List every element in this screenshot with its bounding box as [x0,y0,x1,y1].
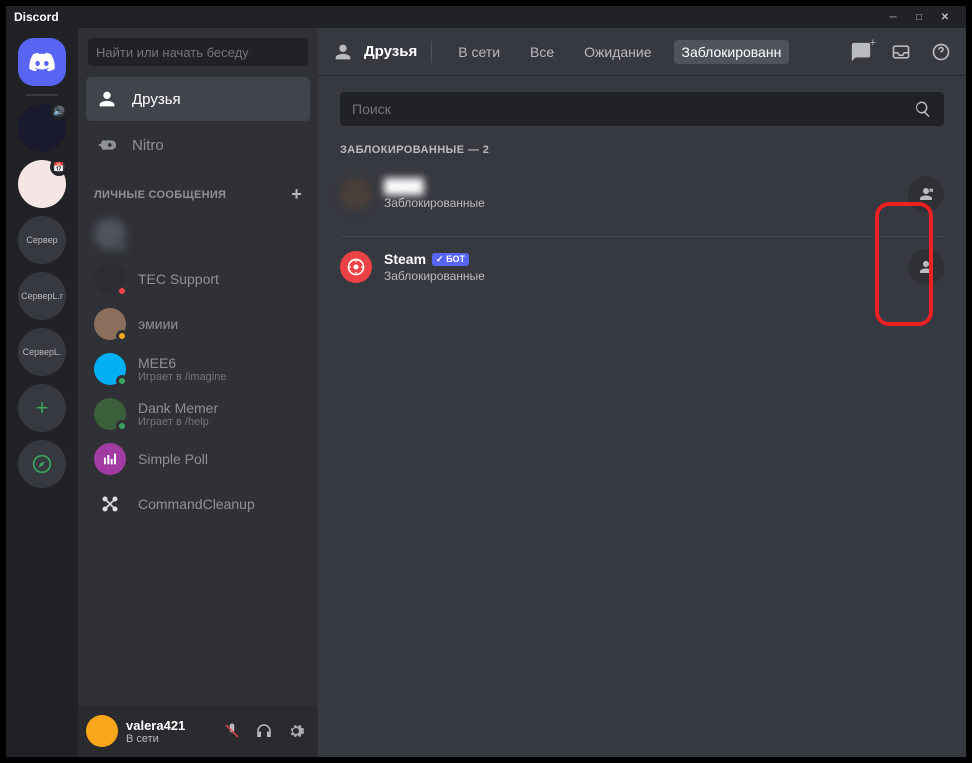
user-status: В сети [126,733,210,745]
main-panel: Друзья В сети Все Ожидание Заблокированн + [318,28,966,757]
sidebar-friends[interactable]: Друзья [86,77,310,121]
dm-item[interactable]: MEE6Играет в /imagine [86,347,310,391]
new-group-dm-button[interactable]: + [850,41,872,63]
add-server-button[interactable]: + [18,384,66,432]
dm-item[interactable]: TEC Support [86,257,310,301]
maximize-button[interactable]: □ [906,6,932,28]
deafen-button[interactable] [250,717,278,745]
dm-avatar [94,353,126,385]
server-badge: 🔊 [50,102,68,120]
create-dm-button[interactable]: + [291,184,302,205]
help-button[interactable] [930,41,952,63]
search-bar[interactable] [340,92,944,126]
server-icon[interactable]: 📅 [18,160,66,208]
close-button[interactable]: ✕ [932,6,958,28]
dm-activity: Играет в /help [138,416,218,428]
tab-3[interactable]: Заблокированн [674,40,790,64]
sidebar-nitro[interactable]: Nitro [86,123,310,167]
dm-item[interactable]: CommandCleanup [86,482,310,526]
dm-name: TEC Support [138,271,219,287]
blocked-name: Steam✓ БОТ [384,251,896,267]
guild-rail: 🔊 📅 Сервер СерверL.r СерверL. + [6,28,78,757]
user-name: valera421 [126,718,210,733]
search-icon [914,100,932,118]
dm-item[interactable]: Dank MemerИграет в /help [86,392,310,436]
dm-avatar [94,263,126,295]
quick-switcher[interactable]: Найти или начать беседу [88,38,308,66]
topbar-title: Друзья [332,41,432,63]
status-dot [116,285,128,297]
unblock-button[interactable] [908,249,944,285]
titlebar: Discord ─ □ ✕ [6,6,966,28]
dm-avatar [94,488,126,520]
user-avatar[interactable] [86,715,118,747]
server-icon[interactable]: СерверL. [18,328,66,376]
sidebar: Найти или начать беседу Друзья Nitro ЛИЧ… [78,28,318,757]
friends-icon [96,88,118,110]
blocked-avatar [340,178,372,210]
dm-name: Simple Poll [138,451,208,467]
blocked-user[interactable]: Steam✓ БОТ Заблокированные [340,236,944,297]
dm-name: Dank Memer [138,400,218,416]
blocked-avatar [340,251,372,283]
status-dot [116,240,128,252]
dm-avatar [94,398,126,430]
dm-activity: Играет в /imagine [138,371,226,383]
guild-separator [26,94,58,96]
server-icon[interactable]: 🔊 [18,104,66,152]
dm-name: эмиии [138,316,178,332]
inbox-button[interactable] [890,41,912,63]
bot-badge: ✓ БОТ [432,253,469,266]
home-button[interactable] [18,38,66,86]
tab-0[interactable]: В сети [450,40,508,64]
tab-1[interactable]: Все [522,40,562,64]
dm-name: CommandCleanup [138,496,255,512]
server-icon[interactable]: Сервер [18,216,66,264]
dm-item[interactable] [86,212,310,256]
topbar: Друзья В сети Все Ожидание Заблокированн + [318,28,966,76]
minimize-button[interactable]: ─ [880,6,906,28]
server-badge: 📅 [50,158,68,176]
nitro-icon [96,134,118,156]
settings-button[interactable] [282,717,310,745]
mute-button[interactable] [218,717,246,745]
blocked-sub: Заблокированные [384,269,896,283]
blocked-user[interactable]: ████ Заблокированные [340,164,944,224]
dm-item[interactable]: Simple Poll [86,437,310,481]
blocked-header: ЗАБЛОКИРОВАННЫЕ — 2 [340,144,944,156]
dm-name: MEE6 [138,355,226,371]
tab-2[interactable]: Ожидание [576,40,659,64]
status-dot [116,330,128,342]
user-panel: valera421 В сети [78,705,318,757]
status-dot [116,420,128,432]
blocked-name: ████ [384,178,896,194]
dm-item[interactable]: эмиии [86,302,310,346]
server-icon[interactable]: СерверL.r [18,272,66,320]
search-input[interactable] [352,101,914,117]
app-title: Discord [14,10,59,24]
dm-header: ЛИЧНЫЕ СООБЩЕНИЯ + [78,168,318,211]
explore-button[interactable] [18,440,66,488]
dm-avatar [94,443,126,475]
blocked-sub: Заблокированные [384,196,896,210]
dm-avatar [94,218,126,250]
friends-icon [332,41,354,63]
unblock-button[interactable] [908,176,944,212]
status-dot [116,375,128,387]
dm-avatar [94,308,126,340]
